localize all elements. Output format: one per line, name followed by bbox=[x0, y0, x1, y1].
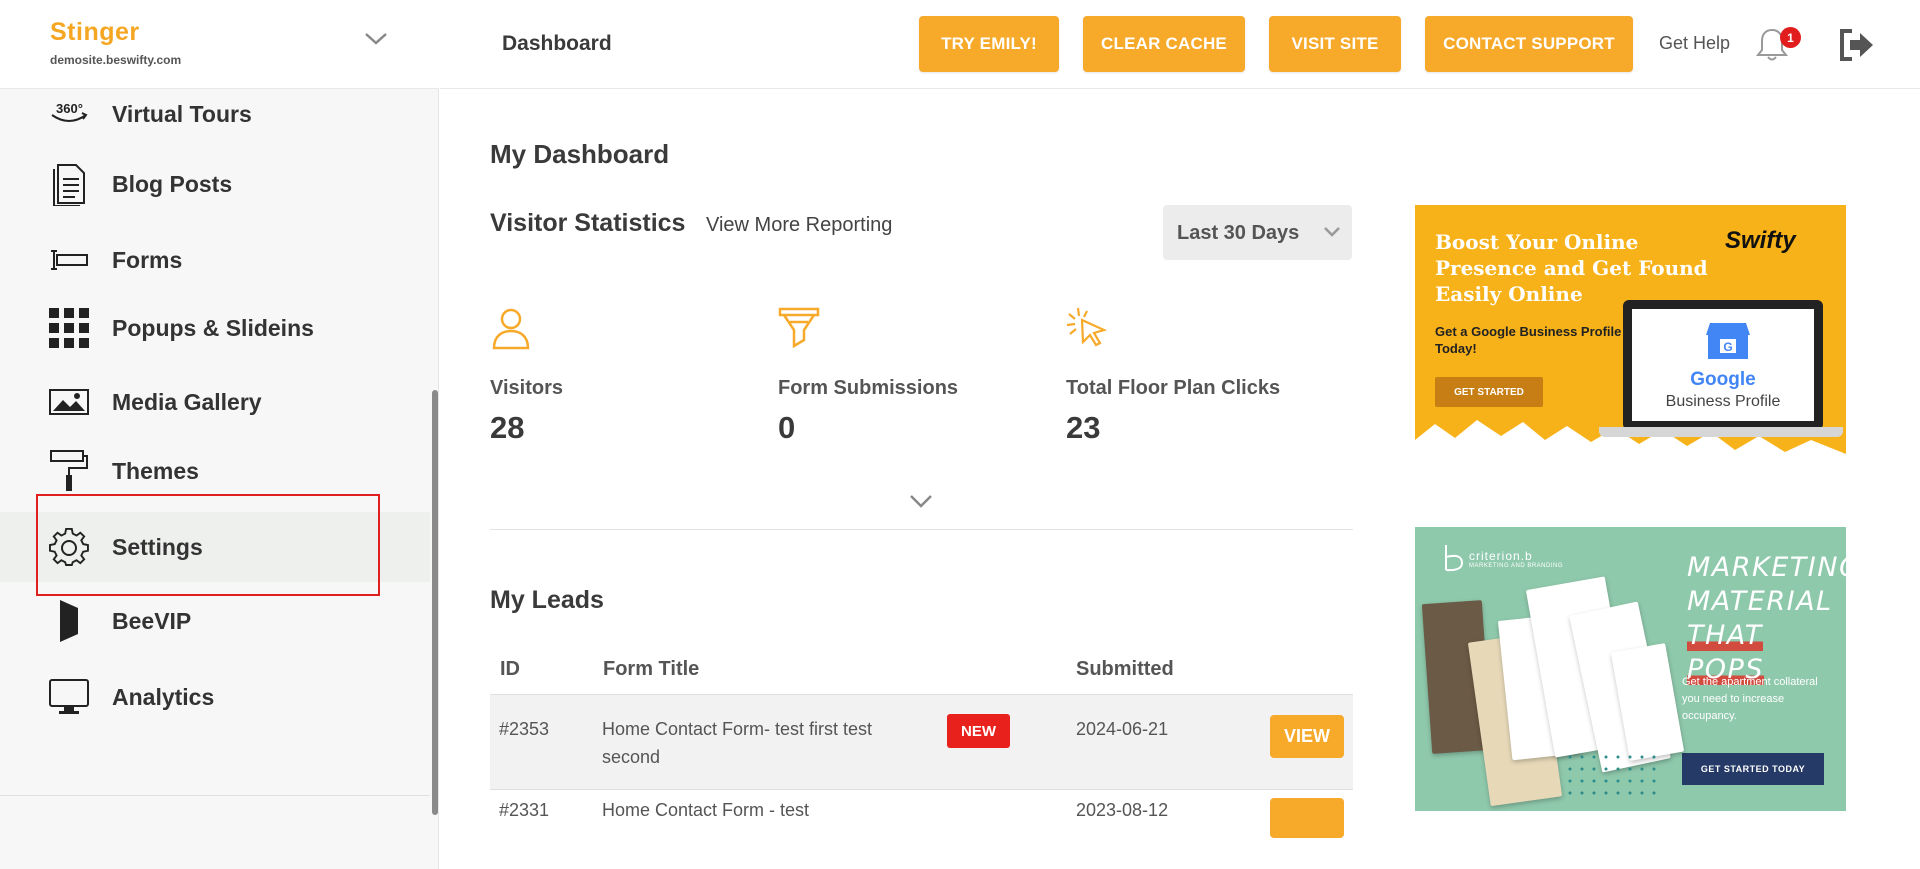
chevron-down-icon[interactable] bbox=[362, 26, 390, 50]
sidebar-item-label: Popups & Slideins bbox=[112, 314, 314, 341]
clear-cache-button[interactable]: CLEAR CACHE bbox=[1083, 16, 1245, 72]
chevron-down-icon[interactable] bbox=[908, 492, 934, 510]
criterion-b-ad[interactable]: criterion.b MARKETING AND BRANDING MARKE… bbox=[1415, 527, 1846, 811]
ad-subtext: Get a Google Business Profile Today! bbox=[1435, 324, 1622, 356]
form-field-icon bbox=[48, 238, 90, 282]
visit-site-button[interactable]: VISIT SITE bbox=[1269, 16, 1401, 72]
view-button[interactable] bbox=[1270, 798, 1344, 838]
date-range-select[interactable]: Last 30 Days bbox=[1163, 205, 1352, 260]
swifty-logo: Swifty bbox=[1725, 227, 1796, 254]
get-help-link[interactable]: Get Help bbox=[1659, 33, 1730, 54]
site-domain: demosite.beswifty.com bbox=[50, 53, 182, 67]
page-title: Dashboard bbox=[502, 32, 612, 55]
ad-headline: MARKETING MATERIAL THAT POPS bbox=[1687, 551, 1846, 687]
lead-submitted: 2023-08-12 bbox=[1076, 800, 1169, 820]
monitor-icon bbox=[48, 675, 90, 719]
divider bbox=[490, 529, 1353, 530]
funnel-icon bbox=[778, 307, 820, 349]
view-button[interactable]: VIEW bbox=[1270, 715, 1344, 758]
visitor-statistics-heading: Visitor Statistics bbox=[490, 209, 686, 237]
column-header-submitted: Submitted bbox=[1076, 658, 1174, 680]
lead-id: #2331 bbox=[499, 800, 550, 820]
lead-submitted: 2024-06-21 bbox=[1076, 719, 1169, 739]
document-icon bbox=[48, 162, 90, 206]
dashboard-heading: My Dashboard bbox=[490, 139, 670, 169]
dot-pattern bbox=[1568, 755, 1656, 795]
stat-value: 0 bbox=[778, 410, 796, 445]
laptop-image: G Google Business Profile bbox=[1623, 300, 1823, 430]
google-text: Google bbox=[1690, 369, 1756, 390]
view-more-reporting-link[interactable]: View More Reporting bbox=[706, 214, 892, 237]
sidebar-item-label: BeeVIP bbox=[112, 607, 192, 634]
my-leads-heading: My Leads bbox=[490, 586, 604, 614]
stat-label: Visitors bbox=[490, 377, 563, 399]
lead-title-line1: Home Contact Form- test first test bbox=[602, 719, 873, 739]
svg-text:360°: 360° bbox=[56, 101, 83, 116]
sidebar-item-virtual-tours[interactable]: 360° Virtual Tours bbox=[0, 79, 430, 149]
top-bar: Dashboard TRY EMILY! CLEAR CACHE VISIT S… bbox=[440, 0, 1920, 89]
lead-title-line2: second bbox=[602, 747, 661, 767]
headline-line: MARKETING bbox=[1687, 552, 1846, 583]
sidebar-item-label: Analytics bbox=[112, 683, 215, 710]
try-emily-button[interactable]: TRY EMILY! bbox=[919, 16, 1059, 72]
sidebar-item-label: Themes bbox=[112, 457, 199, 484]
click-cursor-icon bbox=[1066, 307, 1108, 347]
sidebar-item-label: Virtual Tours bbox=[112, 100, 252, 127]
ad-body: Get the apartment collateral you need to… bbox=[1682, 676, 1818, 722]
divider bbox=[0, 795, 430, 796]
sidebar-scrollbar[interactable] bbox=[432, 390, 438, 815]
stat-label: Total Floor Plan Clicks bbox=[1066, 377, 1281, 399]
ad-brand-sub: MARKETING AND BRANDING bbox=[1469, 563, 1564, 569]
stat-value: 28 bbox=[490, 410, 525, 445]
table-row[interactable]: #2331 Home Contact Form - test 2023-08-1… bbox=[490, 790, 1353, 869]
sidebar-item-label: Blog Posts bbox=[112, 170, 233, 197]
chevron-down-icon bbox=[1324, 227, 1340, 237]
get-started-button[interactable]: GET STARTED bbox=[1435, 377, 1543, 407]
sidebar-item-media-gallery[interactable]: Media Gallery bbox=[0, 367, 430, 437]
site-name: Stinger bbox=[50, 18, 140, 46]
lead-id: #2353 bbox=[499, 719, 550, 739]
ad-brand: criterion.b bbox=[1469, 549, 1533, 563]
sidebar-item-beevip[interactable]: BeeVIP bbox=[0, 586, 430, 656]
contact-support-button[interactable]: CONTACT SUPPORT bbox=[1425, 16, 1633, 72]
new-badge: NEW bbox=[947, 714, 1010, 748]
logout-icon[interactable] bbox=[1838, 28, 1876, 62]
stat-label: Form Submissions bbox=[778, 377, 959, 399]
criterion-logo-icon bbox=[1445, 545, 1464, 572]
headline-line: MATERIAL bbox=[1687, 586, 1833, 617]
sidebar-item-label: Forms bbox=[112, 246, 183, 273]
sidebar-item-analytics[interactable]: Analytics bbox=[0, 662, 430, 732]
notification-badge: 1 bbox=[1780, 27, 1801, 48]
360-icon: 360° bbox=[48, 92, 90, 136]
sidebar-item-popups[interactable]: Popups & Slideins bbox=[0, 293, 430, 363]
lead-title-line1: Home Contact Form - test bbox=[602, 800, 810, 820]
get-started-today-button[interactable]: GET STARTED TODAY bbox=[1682, 753, 1824, 785]
ad-headline: Boost Your Online Presence and Get Found… bbox=[1435, 230, 1708, 306]
bookmark-shape-icon bbox=[48, 599, 90, 643]
svg-text:G: G bbox=[1723, 340, 1732, 354]
image-icon bbox=[48, 380, 90, 424]
table-row[interactable]: #2353 Home Contact Form- test first test… bbox=[490, 694, 1353, 790]
grid-icon bbox=[48, 306, 90, 350]
sidebar: Stinger demosite.beswifty.com 360° Virtu… bbox=[0, 0, 439, 869]
google-business-icon: G bbox=[1706, 323, 1750, 359]
stat-value: 23 bbox=[1066, 410, 1101, 445]
person-icon bbox=[492, 308, 530, 350]
sidebar-item-forms[interactable]: Forms bbox=[0, 225, 430, 295]
business-profile-text: Business Profile bbox=[1665, 393, 1781, 410]
site-switcher[interactable]: Stinger demosite.beswifty.com bbox=[0, 0, 439, 89]
date-range-value: Last 30 Days bbox=[1177, 222, 1300, 244]
paint-roller-icon bbox=[48, 449, 90, 493]
sidebar-item-blog-posts[interactable]: Blog Posts bbox=[0, 149, 430, 219]
laptop-base bbox=[1599, 427, 1843, 437]
settings-highlight bbox=[36, 494, 380, 596]
column-header-form-title: Form Title bbox=[603, 658, 700, 680]
google-business-ad[interactable]: Boost Your Online Presence and Get Found… bbox=[1415, 205, 1846, 471]
column-header-id: ID bbox=[500, 658, 520, 680]
sidebar-item-label: Media Gallery bbox=[112, 388, 262, 415]
